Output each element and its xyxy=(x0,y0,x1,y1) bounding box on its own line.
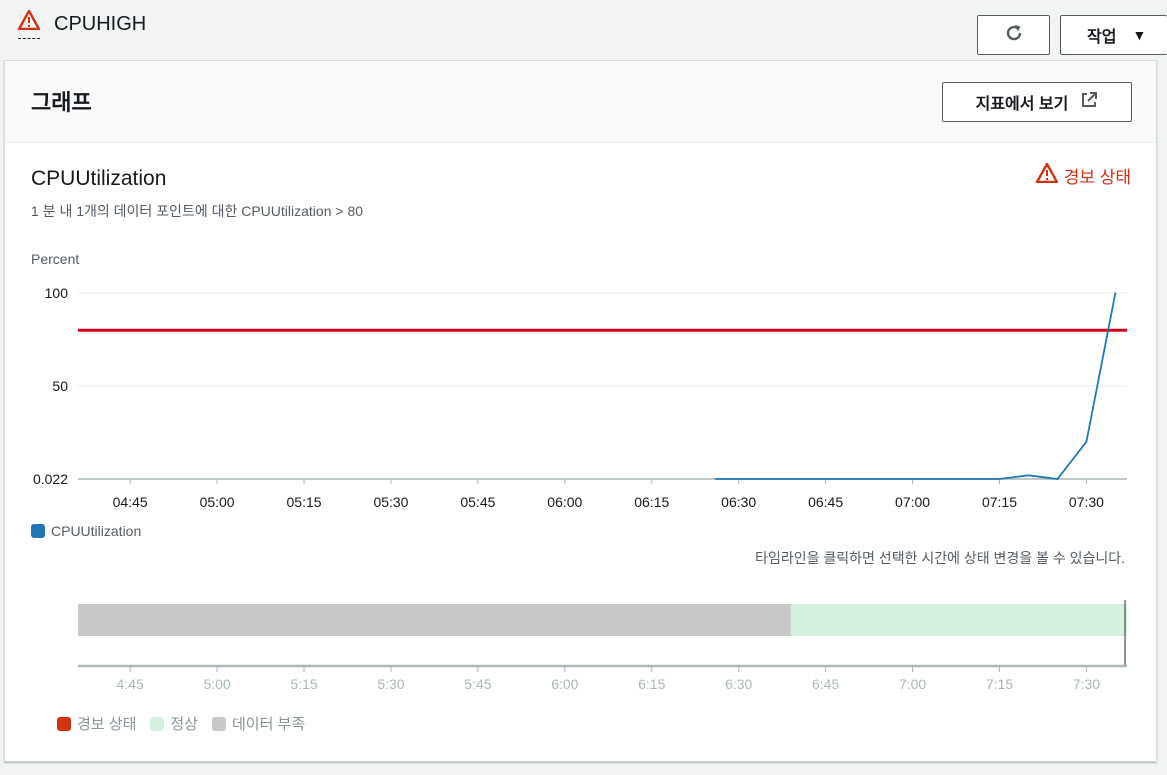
x-tick-label: 04:45 xyxy=(113,494,148,510)
timeline-legend: 경보 상태 정상 데이터 부족 xyxy=(57,713,319,734)
x-tick-label: 07:30 xyxy=(1069,494,1104,510)
timeline-tick-label: 6:30 xyxy=(725,676,752,692)
legend-label-ok: 정상 xyxy=(170,716,198,733)
data-point xyxy=(737,478,740,480)
data-point xyxy=(1085,441,1088,443)
data-point xyxy=(766,478,769,480)
timeline-tick-label: 6:45 xyxy=(812,676,839,692)
legend-label-alarm: 경보 상태 xyxy=(77,716,137,733)
legend-series-label: CPUUtilization xyxy=(51,523,142,539)
refresh-button[interactable] xyxy=(977,15,1050,55)
data-point xyxy=(795,478,798,480)
x-tick-label: 05:00 xyxy=(200,494,235,510)
alarm-name: CPUHIGH xyxy=(54,13,147,35)
x-tick-label: 07:15 xyxy=(982,494,1017,510)
timeline-segment[interactable] xyxy=(790,604,1127,636)
x-tick-label: 06:30 xyxy=(721,494,756,510)
alarm-title: CPUHIGH xyxy=(17,9,147,39)
y-tick-label: 100 xyxy=(45,285,69,301)
x-tick-label: 05:15 xyxy=(287,494,322,510)
timeline-tick-label: 5:45 xyxy=(464,676,491,692)
timeline-hint: 타임라인을 클릭하면 선택한 시간에 상태 변경을 볼 수 있습니다. xyxy=(755,550,1125,566)
data-point xyxy=(911,478,914,480)
warning-icon xyxy=(17,9,41,39)
cpu-utilization-chart[interactable]: 100 50 0.022 04:45 05:00 05:15 05:30 05:45 06:00… xyxy=(5,61,1158,761)
timeline-tick-label: 7:15 xyxy=(986,676,1013,692)
legend-swatch-insufficient xyxy=(211,716,226,731)
timeline-tick-label: 7:00 xyxy=(899,676,926,692)
x-tick-label: 05:30 xyxy=(373,494,408,510)
timeline-tick-label: 5:00 xyxy=(203,676,230,692)
data-point xyxy=(882,478,885,480)
chart-legend[interactable]: CPUUtilization xyxy=(31,523,141,539)
timeline-segment[interactable] xyxy=(78,604,791,636)
timeline-tick-label: 7:30 xyxy=(1073,676,1100,692)
data-point xyxy=(824,478,827,480)
data-point xyxy=(969,478,972,480)
timeline-tick-label: 6:15 xyxy=(638,676,665,692)
timeline-tick-label: 6:00 xyxy=(551,676,578,692)
caret-down-icon: ▼ xyxy=(1132,27,1147,43)
x-tick-label: 06:15 xyxy=(634,494,669,510)
data-point xyxy=(940,478,943,480)
refresh-icon xyxy=(1004,23,1024,48)
legend-item-ok: 정상 xyxy=(150,713,198,734)
y-tick-label: 0.022 xyxy=(33,471,68,487)
x-tick-label: 05:45 xyxy=(460,494,495,510)
data-point xyxy=(1056,478,1059,480)
data-point xyxy=(714,478,717,480)
x-tick-label: 06:45 xyxy=(808,494,843,510)
legend-swatch xyxy=(31,524,45,538)
timeline-tick-label: 5:15 xyxy=(290,676,317,692)
data-point xyxy=(1027,474,1030,477)
legend-item-alarm: 경보 상태 xyxy=(57,713,136,734)
alarm-header: CPUHIGH 작업 ▼ xyxy=(0,0,1167,60)
data-point xyxy=(1114,292,1117,294)
data-point xyxy=(853,478,856,480)
legend-swatch-ok xyxy=(150,716,165,731)
graph-panel: 그래프 지표에서 보기 CPUUtilization 1 분 내 1개의 데이터… xyxy=(4,60,1157,762)
actions-dropdown-button[interactable]: 작업 ▼ xyxy=(1060,15,1167,55)
y-tick-label: 50 xyxy=(52,378,68,394)
data-point xyxy=(998,478,1001,480)
x-tick-label: 07:00 xyxy=(895,494,930,510)
actions-label: 작업 xyxy=(1087,29,1117,46)
x-tick-label: 06:00 xyxy=(547,494,582,510)
timeline-tick-label: 4:45 xyxy=(117,676,144,692)
legend-label-insufficient: 데이터 부족 xyxy=(231,716,306,733)
legend-swatch-alarm xyxy=(57,716,71,731)
timeline-tick-label: 5:30 xyxy=(377,676,404,692)
legend-item-insufficient: 데이터 부족 xyxy=(211,713,306,734)
